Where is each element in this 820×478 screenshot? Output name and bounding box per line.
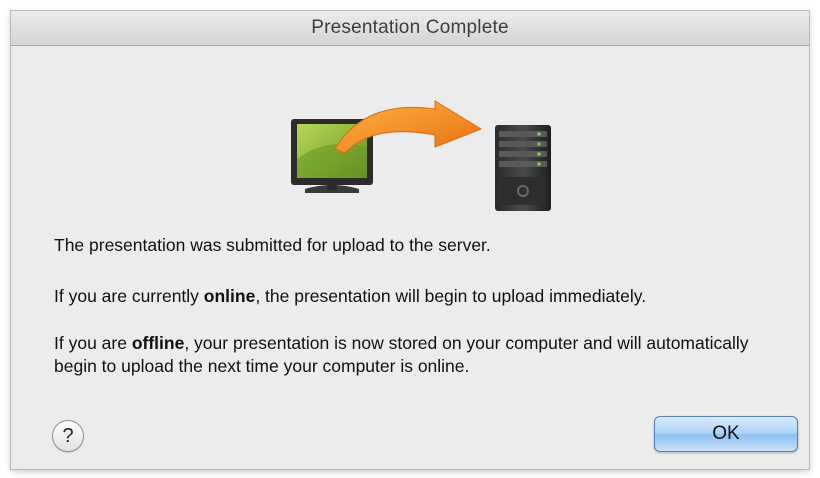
help-icon: ? — [62, 424, 74, 447]
ok-button-label: OK — [712, 423, 740, 444]
upload-illustration — [285, 89, 555, 213]
dialog-title: Presentation Complete — [311, 17, 509, 38]
help-button[interactable]: ? — [52, 420, 84, 452]
message-online: If you are currently online, the present… — [54, 286, 647, 306]
ok-button[interactable]: OK — [654, 416, 798, 452]
message-submitted: The presentation was submitted for uploa… — [54, 235, 491, 255]
server-icon — [495, 125, 551, 211]
message-offline: If you are offline, your presentation is… — [54, 333, 749, 376]
presentation-complete-dialog: Presentation Complete The presentation w… — [11, 11, 809, 469]
title-bar: Presentation Complete — [11, 11, 809, 46]
